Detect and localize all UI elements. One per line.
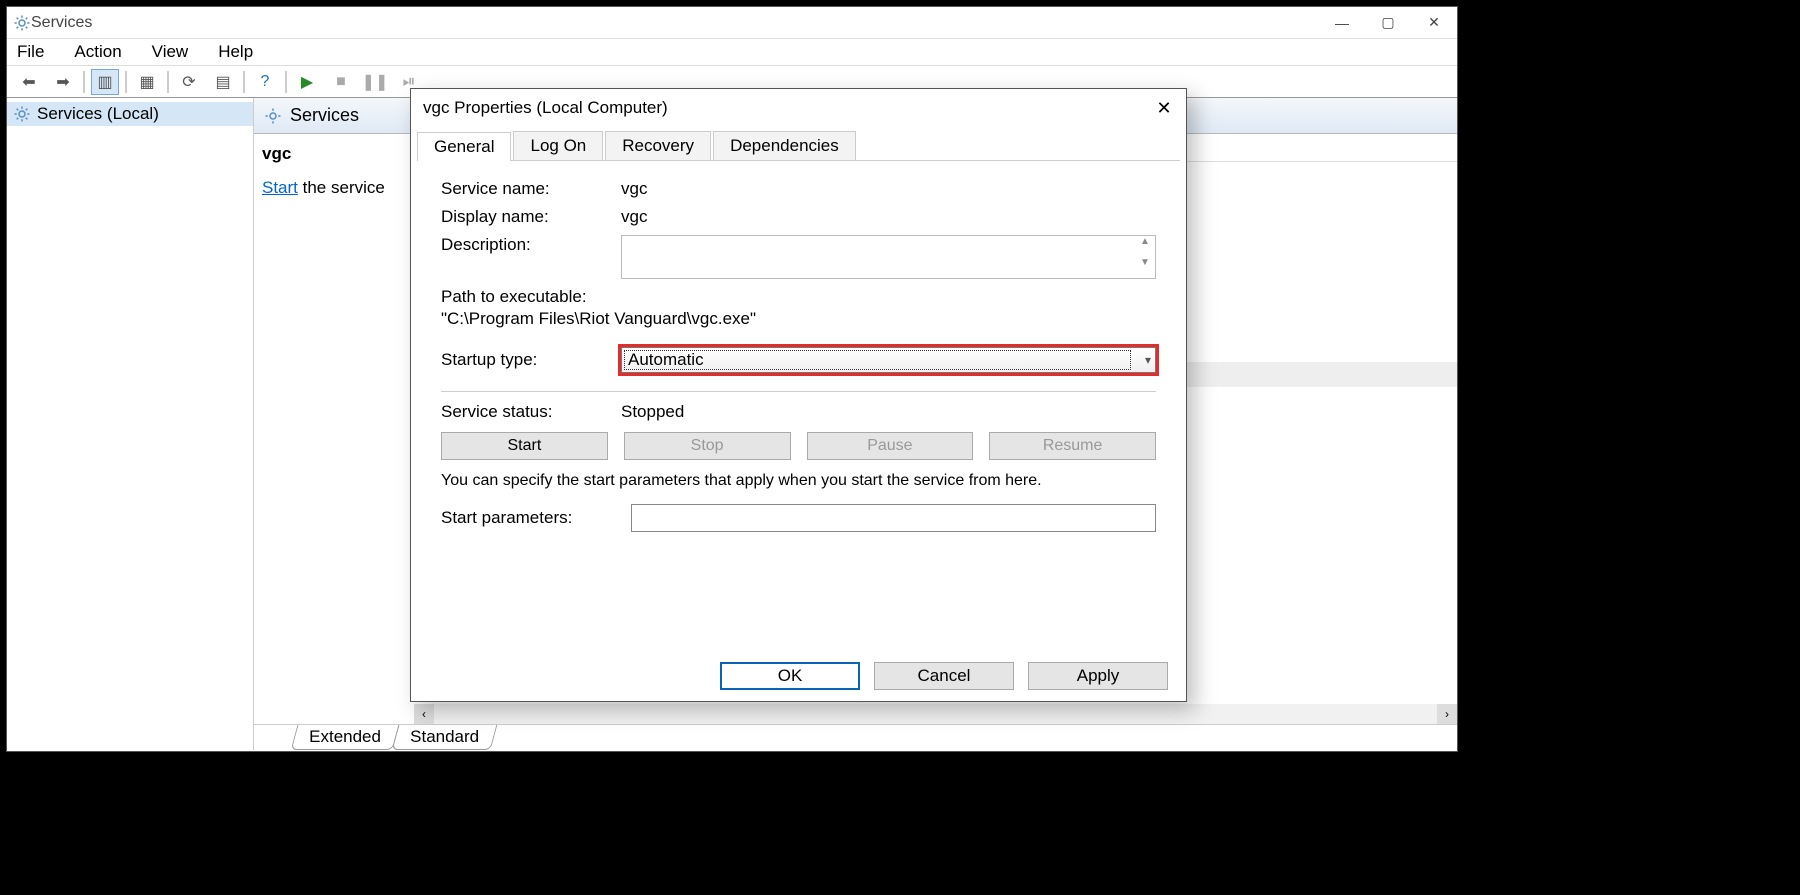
separator: [125, 71, 127, 93]
gear-icon: [13, 14, 31, 32]
label-service-name: Service name:: [441, 179, 621, 199]
spin-down-icon[interactable]: ▼: [1135, 257, 1155, 278]
dialog-title: vgc Properties (Local Computer): [423, 98, 668, 118]
properties-toolbar-button[interactable]: ▦: [133, 69, 161, 95]
tab-log-on[interactable]: Log On: [513, 131, 603, 160]
dialog-close-button[interactable]: ✕: [1142, 90, 1186, 126]
dialog-body: Service name: vgc Display name: vgc Desc…: [411, 161, 1186, 546]
maximize-button[interactable]: ▢: [1365, 8, 1411, 38]
label-startup-type: Startup type:: [441, 350, 621, 370]
menu-file[interactable]: File: [17, 42, 44, 62]
tab-extended[interactable]: Extended: [291, 725, 400, 750]
close-button[interactable]: ✕: [1411, 8, 1457, 38]
tab-standard[interactable]: Standard: [391, 725, 497, 750]
label-description: Description:: [441, 235, 621, 255]
label-path: Path to executable:: [441, 287, 1156, 307]
export-button[interactable]: ▤: [209, 69, 237, 95]
detail-header-title: Services: [290, 105, 359, 126]
start-parameters-input[interactable]: [631, 504, 1156, 532]
selected-service-name: vgc: [262, 144, 406, 164]
value-display-name: vgc: [621, 207, 1156, 227]
resume-button: Resume: [989, 432, 1156, 460]
dialog-titlebar: vgc Properties (Local Computer) ✕: [411, 89, 1186, 127]
separator: [167, 71, 169, 93]
bottom-tabs: Extended Standard: [254, 724, 1457, 750]
value-service-status: Stopped: [621, 402, 1156, 422]
scroll-track[interactable]: [434, 707, 1437, 721]
pause-button: Pause: [807, 432, 974, 460]
tree-item-label: Services (Local): [37, 104, 159, 124]
description-textbox[interactable]: ▲▼: [621, 235, 1156, 279]
dialog-footer: OK Cancel Apply: [411, 651, 1186, 701]
tree-item-services-local[interactable]: Services (Local): [7, 102, 253, 126]
label-display-name: Display name:: [441, 207, 621, 227]
minimize-button[interactable]: —: [1319, 8, 1365, 38]
ok-button[interactable]: OK: [720, 662, 860, 690]
forward-button[interactable]: ➡: [49, 69, 77, 95]
stop-service-toolbar[interactable]: ■: [327, 69, 355, 95]
value-path: "C:\Program Files\Riot Vanguard\vgc.exe": [441, 309, 1156, 329]
properties-dialog: vgc Properties (Local Computer) ✕ Genera…: [410, 88, 1187, 702]
dialog-tabs: General Log On Recovery Dependencies: [417, 131, 1180, 161]
label-service-status: Service status:: [441, 402, 621, 422]
start-service-link[interactable]: Start: [262, 178, 298, 197]
spin-up-icon[interactable]: ▲: [1135, 236, 1155, 257]
tab-dependencies[interactable]: Dependencies: [713, 131, 856, 160]
window-title: Services: [31, 14, 92, 32]
stop-button: Stop: [624, 432, 791, 460]
help-toolbar-button[interactable]: ?: [251, 69, 279, 95]
tab-recovery[interactable]: Recovery: [605, 131, 711, 160]
start-service-text: the service: [298, 178, 385, 197]
gear-icon: [264, 107, 282, 125]
separator: [243, 71, 245, 93]
pause-service-toolbar[interactable]: ❚❚: [361, 69, 389, 95]
start-service-toolbar[interactable]: ▶: [293, 69, 321, 95]
window-titlebar: Services — ▢ ✕: [7, 7, 1457, 39]
refresh-button[interactable]: ⟳: [175, 69, 203, 95]
menubar: File Action View Help: [7, 39, 1457, 66]
menu-view[interactable]: View: [152, 42, 189, 62]
value-service-name: vgc: [621, 179, 1156, 199]
separator: [285, 71, 287, 93]
menu-action[interactable]: Action: [74, 42, 121, 62]
gear-icon: [13, 105, 31, 123]
start-params-note: You can specify the start parameters tha…: [441, 472, 1156, 490]
startup-type-dropdown[interactable]: Automatic ▾: [621, 347, 1156, 373]
separator: [83, 71, 85, 93]
service-description-pane: vgc Start the service: [254, 134, 414, 724]
scroll-left-icon[interactable]: ‹: [414, 704, 434, 724]
cancel-button[interactable]: Cancel: [874, 662, 1014, 690]
apply-button[interactable]: Apply: [1028, 662, 1168, 690]
back-button[interactable]: ⬅: [15, 69, 43, 95]
chevron-down-icon: ▾: [1145, 353, 1151, 367]
label-start-parameters: Start parameters:: [441, 508, 631, 528]
console-tree: Services (Local): [7, 98, 254, 750]
show-hide-tree-button[interactable]: ▥: [91, 69, 119, 95]
scroll-right-icon[interactable]: ›: [1437, 704, 1457, 724]
start-button[interactable]: Start: [441, 432, 608, 460]
horizontal-scrollbar[interactable]: ‹ ›: [414, 704, 1457, 724]
startup-type-value: Automatic: [628, 350, 704, 370]
menu-help[interactable]: Help: [218, 42, 253, 62]
tab-general[interactable]: General: [417, 132, 511, 161]
